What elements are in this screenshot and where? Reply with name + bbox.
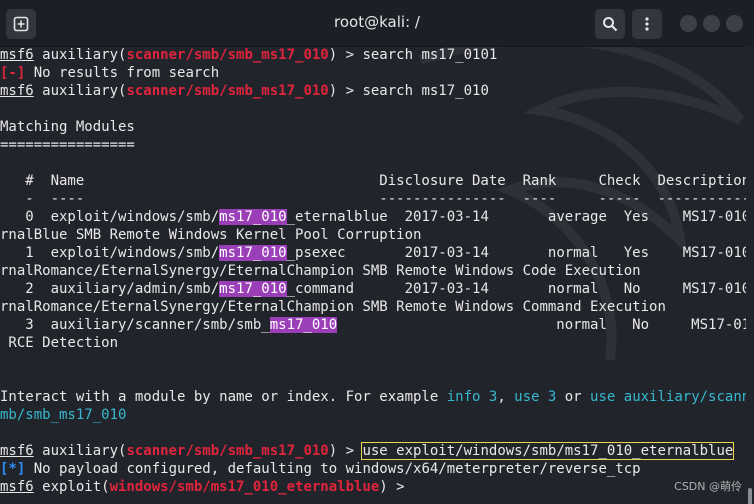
- terminal-text: ) > search ms17_0101: [328, 47, 498, 63]
- terminal-text: or: [556, 389, 591, 405]
- terminal-text: windows/smb/ms17_010_eternalblue: [109, 479, 380, 495]
- terminal-text: auxiliary(: [33, 83, 127, 99]
- terminal-text: 0 exploit/windows/smb/: [0, 209, 220, 225]
- terminal-line: 0 exploit/windows/smb/ms17_010_eternalbl…: [0, 208, 746, 226]
- terminal-text: scanner/smb/smb_ms17_010: [126, 47, 329, 63]
- close-button[interactable]: [726, 15, 743, 32]
- terminal-text: use auxiliary/scanner/s: [590, 389, 746, 405]
- terminal-line: 3 auxiliary/scanner/smb/smb_ms17_010 nor…: [0, 316, 746, 334]
- terminal-text: msf6: [0, 83, 34, 99]
- terminal-text: normal No MS17-010 SMB: [556, 317, 746, 333]
- terminal-text: ) >: [328, 443, 363, 459]
- terminal-text: [*]: [0, 461, 26, 477]
- menu-button[interactable]: [632, 9, 662, 39]
- terminal-line: RCE Detection: [0, 334, 118, 352]
- terminal-line: mb/smb_ms17_010: [0, 406, 126, 424]
- terminal-window: root@kali: / msf6 auxiliary(scanner/smb/…: [0, 0, 754, 504]
- csdn-watermark: CSDN @萌伶: [674, 480, 742, 493]
- terminal-output[interactable]: msf6 auxiliary(scanner/smb/smb_ms17_010)…: [0, 46, 746, 504]
- terminal-text: _eternalblue 2017-03-14 average Yes MS17…: [286, 209, 746, 225]
- terminal-text: use exploit/windows/smb/ms17_010_eternal…: [361, 442, 735, 460]
- terminal-line: msf6 auxiliary(scanner/smb/smb_ms17_010)…: [0, 442, 735, 460]
- terminal-text: msf6: [0, 443, 34, 459]
- terminal-text: # Name Disclosure Date Rank Check Descri…: [0, 173, 746, 189]
- terminal-line: - ---- --------------- ---- ----- ------…: [0, 190, 746, 208]
- terminal-line: msf6 exploit(windows/smb/ms17_010_eterna…: [0, 478, 413, 496]
- terminal-line: [-] No results from search: [0, 64, 219, 82]
- minimize-button[interactable]: [680, 15, 697, 32]
- terminal-text: ) >: [379, 479, 414, 495]
- terminal-text: auxiliary(: [33, 443, 127, 459]
- terminal-text: Matching Modules: [0, 119, 135, 135]
- terminal-line: rnalRomance/EternalSynergy/EternalChampi…: [0, 262, 641, 280]
- terminal-text: ms17_010: [219, 245, 287, 261]
- maximize-button[interactable]: [703, 15, 720, 32]
- terminal-text: ms17_010: [269, 317, 338, 333]
- terminal-text: _psexec 2017-03-14 normal Yes MS17-010 E…: [286, 245, 746, 261]
- terminal-text: No results from search: [25, 65, 220, 81]
- terminal-line: msf6 auxiliary(scanner/smb/smb_ms17_010)…: [0, 82, 489, 100]
- terminal-line: 1 exploit/windows/smb/ms17_010_psexec 20…: [0, 244, 746, 262]
- terminal-line: msf6 auxiliary(scanner/smb/smb_ms17_010)…: [0, 46, 497, 64]
- terminal-text: msf6: [0, 47, 34, 63]
- terminal-text: 3 auxiliary/scanner/smb/smb_: [0, 317, 270, 333]
- terminal-text: rnalRomance/EternalSynergy/EternalChampi…: [0, 299, 666, 315]
- terminal-text: auxiliary(: [33, 47, 127, 63]
- terminal-text: ,: [497, 389, 515, 405]
- terminal-text: msf6: [0, 479, 34, 495]
- terminal-line: Matching Modules: [0, 118, 135, 136]
- terminal-text: mb/smb_ms17_010: [0, 407, 127, 423]
- terminal-text: RCE Detection: [0, 335, 119, 351]
- terminal-text: info 3: [446, 389, 498, 405]
- terminal-text: use 3: [514, 389, 557, 405]
- terminal-text: _command 2017-03-14 normal No MS17-010 E…: [286, 281, 746, 297]
- terminal-text: 1 exploit/windows/smb/: [0, 245, 220, 261]
- terminal-text: - ---- --------------- ---- ----- ------…: [0, 191, 746, 207]
- terminal-text: ms17_010: [219, 281, 287, 297]
- terminal-text: No payload configured, defaulting to win…: [25, 461, 641, 477]
- kebab-menu-icon: [645, 17, 649, 31]
- terminal-line: Interact with a module by name or index.…: [0, 388, 746, 406]
- terminal-text: [-]: [0, 65, 26, 81]
- search-button[interactable]: [595, 9, 625, 39]
- terminal-text: rnalBlue SMB Remote Windows Kernel Pool …: [0, 227, 422, 243]
- terminal-text: exploit(: [33, 479, 110, 495]
- terminal-text: ) > search ms17_010: [328, 83, 489, 99]
- terminal-text: 2 auxiliary/admin/smb/: [0, 281, 220, 297]
- terminal-line: ================: [0, 136, 135, 154]
- terminal-line: rnalRomance/EternalSynergy/EternalChampi…: [0, 298, 666, 316]
- terminal-text: scanner/smb/smb_ms17_010: [126, 443, 329, 459]
- scrollbar[interactable]: [746, 46, 754, 504]
- terminal-line: rnalBlue SMB Remote Windows Kernel Pool …: [0, 226, 421, 244]
- title-bar: root@kali: /: [0, 0, 754, 47]
- terminal-text: scanner/smb/smb_ms17_010: [126, 83, 329, 99]
- terminal-text: rnalRomance/EternalSynergy/EternalChampi…: [0, 263, 641, 279]
- terminal-line: 2 auxiliary/admin/smb/ms17_010_command 2…: [0, 280, 746, 298]
- terminal-text: Interact with a module by name or index.…: [0, 389, 447, 405]
- scrollbar-thumb[interactable]: [748, 488, 752, 504]
- terminal-text: ================: [0, 137, 135, 153]
- terminal-line: # Name Disclosure Date Rank Check Descri…: [0, 172, 746, 190]
- terminal-line: [*] No payload configured, defaulting to…: [0, 460, 641, 478]
- terminal-text: ms17_010: [219, 209, 287, 225]
- search-icon: [603, 17, 618, 32]
